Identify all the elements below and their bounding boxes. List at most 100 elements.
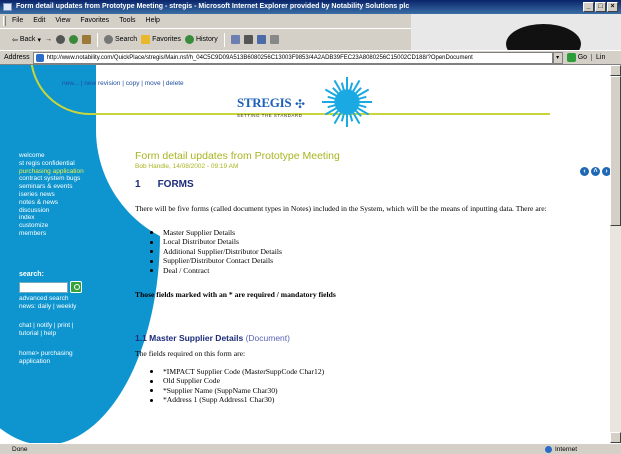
forms-list: Master Supplier Details Local Distributo… — [135, 228, 605, 276]
history-icon — [184, 35, 194, 44]
sidebar-item-purchasing-application[interactable]: purchasing application — [19, 168, 99, 176]
stregis-logo: STREGIS SETTING THE STANDARD ✣ — [237, 95, 307, 118]
print-icon[interactable] — [243, 35, 253, 44]
sidebar-item-index[interactable]: index — [19, 214, 99, 222]
menu-file[interactable]: File — [12, 14, 23, 28]
list-item: Master Supplier Details — [135, 228, 605, 238]
tools-links-line2[interactable]: tutorial | help — [19, 330, 109, 338]
subsection-doc-type: (Document) — [245, 332, 290, 343]
menu-tools[interactable]: Tools — [119, 14, 135, 28]
search-label: Search — [114, 36, 138, 43]
window-controls: _ □ × — [583, 2, 618, 12]
search-label: search: — [19, 271, 44, 278]
advanced-search-link[interactable]: advanced search — [19, 295, 109, 303]
list-item: Additional Supplier/Distributor Details — [135, 247, 605, 257]
address-input[interactable]: http://www.notability.com/QuickPlace/str… — [32, 51, 553, 64]
vertical-scrollbar[interactable] — [610, 65, 621, 443]
go-label: Go — [577, 54, 588, 61]
back-arrow-icon: ⇦ — [12, 36, 18, 44]
sidebar-item-customize[interactable]: customize — [19, 222, 99, 230]
fields-intro: The fields required on this form are: — [135, 348, 246, 358]
sidebar-item-members[interactable]: members — [19, 230, 99, 238]
search-input[interactable] — [19, 282, 68, 293]
scroll-thumb[interactable] — [610, 76, 621, 226]
forward-button[interactable]: → — [45, 36, 52, 43]
address-dropdown[interactable]: ▾ — [552, 51, 563, 64]
page-title: Form detail updates from Prototype Meeti… — [135, 150, 340, 162]
status-text: Done — [12, 446, 28, 453]
search-go-button[interactable] — [70, 281, 82, 293]
toolbar-brand-graphic — [411, 14, 621, 50]
back-button[interactable]: ⇦ Back ▾ — [12, 36, 41, 44]
globe-icon — [545, 446, 552, 453]
history-button[interactable]: History — [184, 35, 218, 44]
mail-icon[interactable] — [230, 35, 240, 44]
tools-links-line1[interactable]: chat | notify | print | — [19, 322, 109, 330]
address-label: Address — [4, 54, 30, 61]
links-button[interactable]: Lin — [591, 54, 605, 61]
list-item: Local Distributor Details — [135, 237, 605, 247]
subsection-title: 1.1 Master Supplier Details — [135, 332, 244, 343]
subsection-heading: 1.1 Master Supplier Details (Document) — [135, 333, 605, 343]
menu-favorites[interactable]: Favorites — [80, 14, 109, 28]
page-viewport: new... | new revision | copy | move | de… — [0, 65, 610, 443]
go-button[interactable]: Go — [563, 53, 591, 62]
list-item: Old Supplier Code — [135, 376, 605, 386]
refresh-icon[interactable] — [68, 35, 78, 44]
status-bar: Done Internet — [0, 443, 621, 454]
menu-help[interactable]: Help — [146, 14, 160, 28]
chevron-down-icon[interactable]: ▾ — [37, 36, 41, 44]
section-number: 1 — [135, 179, 141, 190]
menu-view[interactable]: View — [55, 14, 70, 28]
security-zone: Internet — [545, 444, 577, 454]
sun-burst-icon — [322, 77, 372, 127]
required-fields-note: Those fields marked with an * are requir… — [135, 289, 336, 299]
section-title: FORMS — [157, 179, 194, 190]
sidebar-item-contract-system-bugs[interactable]: contract system bugs — [19, 175, 99, 183]
logo-tagline: SETTING THE STANDARD — [237, 113, 303, 118]
breadcrumb-line1[interactable]: home> purchasing — [19, 350, 109, 358]
logo-mark-icon: ✣ — [295, 97, 306, 111]
sidebar-item-st-regis-confidential[interactable]: st regis confidential — [19, 160, 99, 168]
minimize-button[interactable]: _ — [583, 2, 594, 12]
zone-label: Internet — [555, 446, 578, 453]
title-bar: Form detail updates from Prototype Meeti… — [0, 0, 621, 14]
favorites-icon — [141, 35, 151, 44]
maximize-button[interactable]: □ — [595, 2, 606, 12]
menu-grip — [3, 16, 6, 26]
list-item: Supplier/Distributor Contact Details — [135, 256, 605, 266]
section-heading: 1 FORMS — [135, 179, 605, 190]
history-label: History — [195, 36, 218, 43]
home-icon[interactable] — [81, 35, 91, 44]
news-links[interactable]: news: daily | weekly — [19, 303, 109, 311]
favorites-button[interactable]: Favorites — [141, 35, 181, 44]
close-button[interactable]: × — [607, 2, 618, 12]
edit-icon[interactable] — [256, 35, 266, 44]
stop-icon[interactable] — [55, 35, 65, 44]
window-title: Form detail updates from Prototype Meeti… — [16, 3, 410, 10]
sidebar-item-iseries-news[interactable]: iseries news — [19, 191, 99, 199]
sidebar-nav: welcome st regis confidential purchasing… — [19, 152, 99, 238]
address-url: http://www.notability.com/QuickPlace/str… — [46, 54, 473, 61]
discuss-icon[interactable] — [269, 35, 279, 44]
document-actions[interactable]: new... | new revision | copy | move | de… — [62, 80, 184, 87]
scroll-down-button[interactable] — [610, 432, 621, 443]
intro-paragraph: There will be five forms (called documen… — [135, 204, 547, 213]
author-byline: Bob Handle, 14/08/2002 - 09:19 AM — [135, 163, 239, 170]
list-item: Deal / Contract — [135, 266, 605, 276]
back-label: Back — [19, 36, 36, 43]
sidebar-item-discussion[interactable]: discussion — [19, 207, 99, 215]
page-icon — [35, 53, 44, 62]
scroll-up-button[interactable] — [610, 65, 621, 76]
toolbar-separator — [223, 32, 225, 47]
go-arrow-icon — [566, 53, 576, 62]
menu-edit[interactable]: Edit — [33, 14, 45, 28]
sidebar-item-seminars-events[interactable]: seminars & events — [19, 183, 99, 191]
sidebar-item-welcome[interactable]: welcome — [19, 152, 99, 160]
search-button[interactable]: Search — [103, 35, 138, 44]
ie-app-icon — [3, 3, 12, 11]
list-item: *IMPACT Supplier Code (MasterSuppCode Ch… — [135, 367, 605, 377]
sidebar-item-notes-news[interactable]: notes & news — [19, 199, 99, 207]
fields-list: *IMPACT Supplier Code (MasterSuppCode Ch… — [135, 367, 605, 405]
breadcrumb-line2[interactable]: application — [19, 358, 109, 366]
